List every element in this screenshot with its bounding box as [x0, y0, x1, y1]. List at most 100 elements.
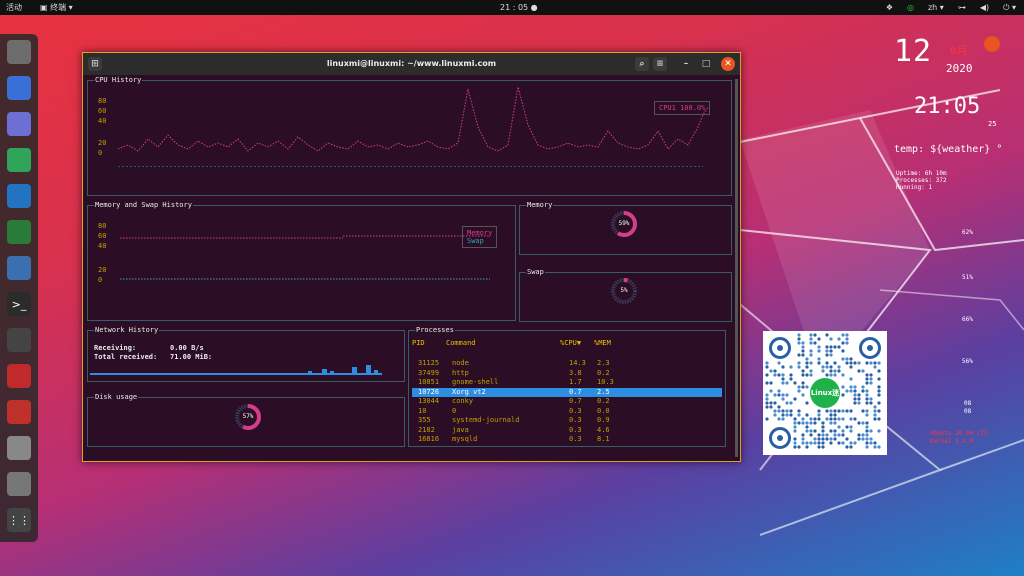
- process-cpu: 0.3: [569, 435, 582, 443]
- processes-panel: Processes PID Command %CPU▼ %MEM 31125 no…: [408, 326, 726, 447]
- process-row[interactable]: 13044 conky 0.7 0.2: [412, 397, 722, 406]
- process-pid: 10726: [418, 387, 440, 396]
- app-grid-icon[interactable]: ⋮⋮: [7, 508, 31, 532]
- dropbox-icon[interactable]: ❖: [886, 0, 893, 15]
- cpu-legend-label: CPU1 100.0%: [659, 104, 706, 112]
- settings-toggle-icon[interactable]: [7, 112, 31, 136]
- power-icon[interactable]: ⏻ ▾: [1003, 0, 1016, 15]
- process-pid: 31125: [418, 359, 440, 367]
- volume-icon[interactable]: ◀): [980, 0, 989, 15]
- menu-button[interactable]: ≡: [653, 57, 667, 71]
- process-cmd: java: [452, 425, 469, 434]
- conky-stat-3: 66%: [962, 316, 973, 323]
- conky-stat-5: 08: [964, 400, 972, 407]
- hamburger-icon: ≡: [656, 59, 664, 69]
- activities-button[interactable]: 活动: [6, 0, 22, 15]
- network-title: Network History: [94, 326, 160, 334]
- ubuntu-logo-icon: [984, 36, 1000, 52]
- cpu-axis-20: 20: [98, 139, 107, 147]
- disk-usage-panel: Disk usage 57%: [87, 393, 405, 447]
- minimize-button[interactable]: –: [679, 57, 693, 71]
- conky-stat-4: 56%: [962, 358, 973, 365]
- camera-icon[interactable]: [7, 220, 31, 244]
- process-mem: 2.5: [597, 387, 610, 396]
- process-row[interactable]: 10 0 0.3 0.0: [412, 407, 722, 416]
- col-pid[interactable]: PID: [412, 339, 425, 347]
- process-row[interactable]: 2182 java 0.3 4.6: [412, 426, 722, 435]
- terminal-window: ⊞ linuxmi@linuxmi: ~/www.linuxmi.com ⌕ ≡…: [82, 52, 741, 462]
- qr-code: Linux迷: [763, 331, 887, 455]
- process-cpu: 3.8: [569, 368, 582, 377]
- top-clock[interactable]: 21 : 05 ●: [500, 0, 538, 15]
- network-icon[interactable]: ⊶: [958, 0, 966, 15]
- conky-temp: temp: ${weather} °: [894, 144, 1003, 155]
- conky-widget: 12 6月 2020 21:05 25 temp: ${weather} ° U…: [890, 34, 1020, 474]
- close-button[interactable]: ✕: [721, 57, 735, 71]
- process-cpu: 14.3: [569, 359, 586, 367]
- conky-footer-2: Kernel 5.4.0: [930, 438, 974, 445]
- cpu-history-title: CPU History: [94, 76, 143, 84]
- app-menu[interactable]: ▣ 终端 ▾: [40, 0, 73, 15]
- network-graph: [90, 365, 382, 375]
- python-icon[interactable]: [7, 256, 31, 280]
- status-icon[interactable]: ◎: [907, 0, 914, 15]
- app-menu-label: 终端: [50, 3, 67, 12]
- input-method[interactable]: zh ▾: [928, 0, 944, 15]
- process-row[interactable]: 10726 Xorg vt2 0.7 2.5: [412, 387, 722, 397]
- col-mem[interactable]: %MEM: [594, 339, 611, 347]
- process-row[interactable]: 31125 node 14.3 2.3: [412, 359, 722, 368]
- cpu-axis-40: 40: [98, 117, 107, 125]
- net-receiving-value: 0.00 B/s: [170, 344, 204, 352]
- dock: >_ ⋮⋮: [0, 34, 38, 542]
- col-command[interactable]: Command: [446, 339, 476, 347]
- vscode-icon[interactable]: [7, 184, 31, 208]
- files-icon[interactable]: [7, 40, 31, 64]
- maximize-button[interactable]: □: [699, 57, 713, 71]
- swap-gauge: 5%: [610, 277, 638, 305]
- process-cpu: 0.7: [569, 397, 582, 405]
- conky-running: Running: 1: [896, 184, 933, 191]
- process-pid: 355: [418, 416, 431, 424]
- process-row[interactable]: 355 systemd-journald 0.3 0.9: [412, 416, 722, 425]
- process-pid: 37499: [418, 368, 440, 377]
- process-row[interactable]: 37499 http 3.8 0.2: [412, 369, 722, 378]
- lang-label: zh: [927, 3, 938, 12]
- disk-title: Disk usage: [94, 393, 139, 401]
- memory-gauge: 59%: [610, 210, 638, 238]
- process-cmd: conky: [452, 397, 474, 405]
- system-monitor-icon[interactable]: [7, 400, 31, 424]
- process-mem: 8.1: [597, 435, 610, 443]
- terminal-content[interactable]: CPU History 80 60 40 20 0 CPU1 100.0% Me…: [83, 75, 740, 461]
- conky-processes: Processes: 372: [896, 177, 947, 184]
- disk-gauge-label: 57%: [242, 413, 254, 420]
- network-history-panel: Network History Receiving: 0.00 B/s Tota…: [87, 326, 405, 382]
- scrollbar[interactable]: [735, 79, 738, 457]
- process-cpu: 0.3: [569, 425, 582, 434]
- mem-axis-40: 40: [98, 242, 107, 250]
- process-mem: 2.3: [597, 359, 610, 367]
- process-cmd: http: [452, 368, 469, 377]
- process-pid: 10: [418, 406, 427, 415]
- screenshot-icon[interactable]: [7, 76, 31, 100]
- swap-title: Swap: [526, 268, 545, 276]
- process-cmd: mysqld: [452, 435, 478, 443]
- qr-finder-tr: [859, 337, 881, 359]
- process-row[interactable]: 10851 gnome-shell 1.7 10.3: [412, 378, 722, 387]
- memory-title: Memory: [526, 201, 554, 209]
- terminal-icon[interactable]: >_: [7, 292, 31, 316]
- net-total-row: Total received: 71.00 MiB:: [94, 353, 212, 361]
- web-icon[interactable]: [7, 364, 31, 388]
- process-row[interactable]: 16816 mysqld 0.3 8.1: [412, 435, 722, 444]
- dvd-icon[interactable]: [7, 436, 31, 460]
- conky-month: 6月: [950, 44, 968, 57]
- process-pid: 10851: [418, 378, 440, 386]
- window-titlebar[interactable]: ⊞ linuxmi@linuxmi: ~/www.linuxmi.com ⌕ ≡…: [83, 53, 740, 75]
- conky-footer-1: Ubuntu 20.04 LTS: [930, 430, 988, 437]
- close-icon: ✕: [724, 59, 732, 69]
- search-button[interactable]: ⌕: [635, 57, 649, 71]
- calculator-icon[interactable]: [7, 328, 31, 352]
- usb-icon[interactable]: [7, 472, 31, 496]
- col-cpu[interactable]: %CPU▼: [560, 339, 581, 347]
- android-studio-icon[interactable]: [7, 148, 31, 172]
- process-cpu: 1.7: [569, 378, 582, 386]
